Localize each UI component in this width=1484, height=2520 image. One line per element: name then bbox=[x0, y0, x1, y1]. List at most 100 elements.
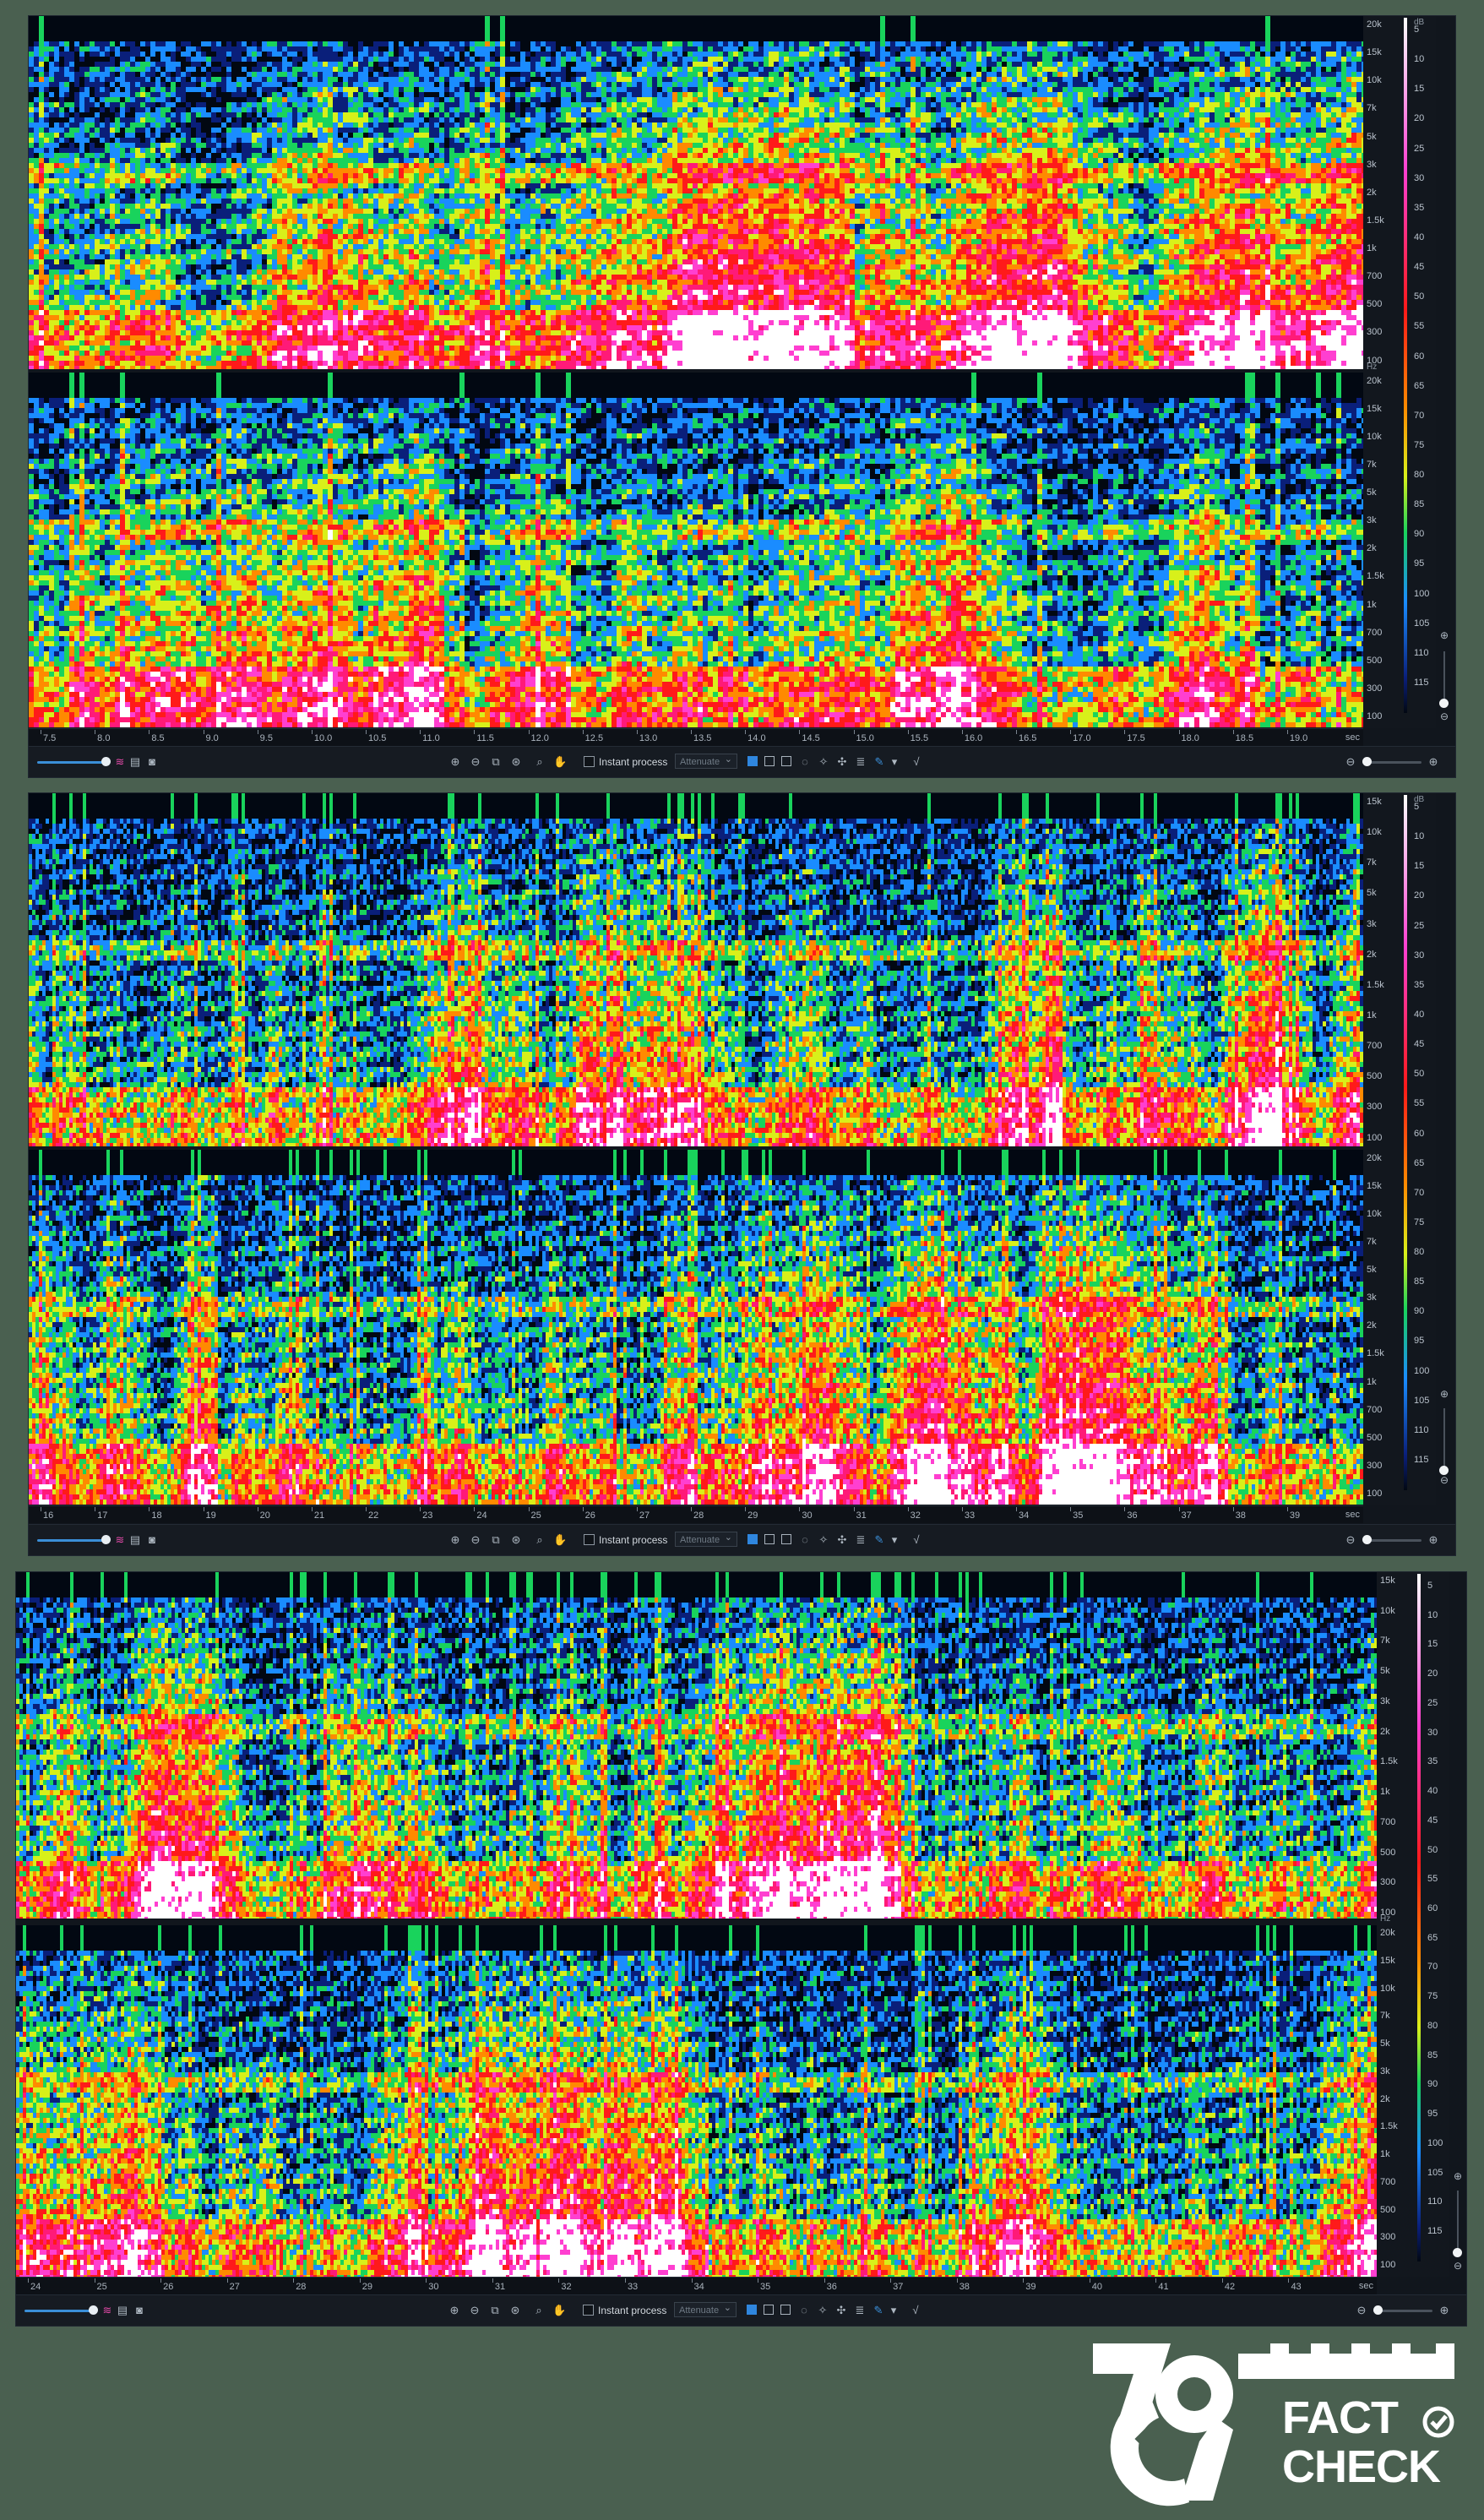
spectrogram-bottom-channel[interactable] bbox=[29, 373, 1363, 727]
zoom-out-icon[interactable]: ⊖ bbox=[1344, 755, 1357, 769]
spectrogram-top-channel[interactable] bbox=[29, 16, 1363, 369]
spectrogram-top-channel[interactable] bbox=[16, 1572, 1377, 1919]
time-selection-icon[interactable] bbox=[747, 2305, 757, 2315]
instant-process-check-icon[interactable]: √ bbox=[910, 755, 923, 769]
zoom-in-icon[interactable]: ⊕ bbox=[448, 1533, 462, 1547]
slider-knob[interactable] bbox=[89, 2305, 98, 2315]
zoom-in-icon[interactable]: ⊕ bbox=[1427, 1533, 1440, 1547]
process-mode-select[interactable]: Attenuate bbox=[675, 754, 737, 769]
zoom-out-icon[interactable]: ⊖ bbox=[1438, 1474, 1451, 1486]
hand-icon[interactable]: ✋ bbox=[552, 2304, 566, 2317]
instant-process-checkbox[interactable] bbox=[583, 2305, 594, 2316]
horizontal-zoom-slider[interactable] bbox=[37, 761, 108, 764]
zoom-out-icon[interactable]: ⊖ bbox=[469, 755, 482, 769]
instant-process-checkbox[interactable] bbox=[584, 756, 595, 767]
brush-icon[interactable]: ✎ bbox=[872, 2304, 885, 2317]
frequency-selection-icon[interactable] bbox=[764, 1534, 775, 1544]
brush-icon[interactable]: ≣ bbox=[854, 755, 867, 769]
magic-wand-icon[interactable]: ✧ bbox=[817, 1533, 830, 1547]
zoom-selection-icon[interactable]: ⧉ bbox=[489, 755, 503, 769]
time-frequency-selection-icon[interactable] bbox=[781, 756, 791, 766]
lasso-icon[interactable]: ◌ bbox=[798, 1533, 812, 1547]
zoom-in-icon[interactable]: ⊕ bbox=[1427, 755, 1440, 769]
time-selection-icon[interactable] bbox=[747, 1534, 758, 1544]
harmonic-selection-icon[interactable]: ✣ bbox=[835, 755, 849, 769]
spectrogram-toggle-icon[interactable]: ▤ bbox=[128, 755, 142, 769]
zoom-in-icon[interactable]: ⊕ bbox=[1438, 1388, 1451, 1400]
magnifier-icon[interactable]: ⌕ bbox=[532, 2304, 546, 2317]
magic-wand-icon[interactable]: ✧ bbox=[816, 2304, 829, 2317]
time-tick bbox=[625, 2278, 626, 2283]
slider-knob[interactable] bbox=[1362, 1535, 1372, 1544]
waveform-toggle-icon[interactable]: ≋ bbox=[113, 755, 127, 769]
hand-icon[interactable]: ✋ bbox=[553, 1533, 567, 1547]
zoom-in-icon[interactable]: ⊕ bbox=[1438, 629, 1451, 641]
process-mode-select[interactable]: Attenuate bbox=[674, 2302, 737, 2317]
slider-knob[interactable] bbox=[1373, 2305, 1383, 2315]
slider-knob[interactable] bbox=[101, 757, 111, 766]
time-zoom-slider[interactable] bbox=[1362, 1539, 1421, 1542]
magic-wand-icon[interactable]: ✧ bbox=[817, 755, 830, 769]
instant-process-check-icon[interactable]: √ bbox=[910, 1533, 923, 1547]
zoom-fit-icon[interactable]: ⊛ bbox=[509, 1533, 523, 1547]
spectrogram-toggle-icon[interactable]: ▤ bbox=[116, 2304, 129, 2317]
zoom-out-icon[interactable]: ⊖ bbox=[469, 1533, 482, 1547]
waveform-toggle-icon[interactable]: ≋ bbox=[101, 2304, 114, 2317]
slider-knob[interactable] bbox=[101, 1535, 111, 1544]
frequency-selection-icon[interactable] bbox=[764, 2305, 774, 2315]
brush-icon[interactable]: ≣ bbox=[853, 2304, 867, 2317]
horizontal-zoom-slider[interactable] bbox=[37, 1539, 108, 1542]
zoom-in-icon[interactable]: ⊕ bbox=[1451, 2170, 1465, 2182]
chevron-down-icon[interactable]: ▾ bbox=[888, 755, 901, 769]
zoom-selection-icon[interactable]: ⧉ bbox=[488, 2304, 502, 2317]
zoom-out-icon[interactable]: ⊖ bbox=[468, 2304, 481, 2317]
lasso-icon[interactable]: ◌ bbox=[798, 755, 812, 769]
brush-icon[interactable]: ✎ bbox=[872, 755, 886, 769]
process-mode-select[interactable]: Attenuate bbox=[675, 1532, 737, 1547]
waveform-toggle-icon[interactable]: ≋ bbox=[113, 1533, 127, 1547]
zoom-in-icon[interactable]: ⊕ bbox=[1438, 2304, 1451, 2317]
zoom-out-icon[interactable]: ⊖ bbox=[1355, 2304, 1368, 2317]
spectrogram-bottom-channel[interactable] bbox=[16, 1925, 1377, 2277]
lasso-icon[interactable]: ◌ bbox=[797, 2304, 811, 2317]
spectrogram-bottom-channel[interactable] bbox=[29, 1150, 1363, 1505]
magnifier-icon[interactable]: ⌕ bbox=[533, 755, 546, 769]
horizontal-zoom-slider[interactable] bbox=[24, 2310, 95, 2312]
instant-process-check-icon[interactable]: √ bbox=[909, 2304, 922, 2317]
spectrogram-toggle-icon[interactable]: ▤ bbox=[128, 1533, 142, 1547]
markers-icon[interactable]: ◙ bbox=[145, 755, 159, 769]
time-frequency-selection-icon[interactable] bbox=[781, 1534, 791, 1544]
zoom-selection-icon[interactable]: ⧉ bbox=[489, 1533, 503, 1547]
brush-icon[interactable]: ≣ bbox=[854, 1533, 867, 1547]
db-label: 80 bbox=[1414, 1247, 1424, 1257]
frequency-selection-icon[interactable] bbox=[764, 756, 775, 766]
zoom-in-icon[interactable]: ⊕ bbox=[448, 2304, 461, 2317]
vertical-zoom-control[interactable]: ⊕ ⊖ bbox=[1436, 607, 1453, 726]
zoom-fit-icon[interactable]: ⊛ bbox=[509, 755, 523, 769]
chevron-down-icon[interactable]: ▾ bbox=[887, 2304, 900, 2317]
harmonic-selection-icon[interactable]: ✣ bbox=[835, 1533, 849, 1547]
markers-icon[interactable]: ◙ bbox=[145, 1533, 159, 1547]
time-selection-icon[interactable] bbox=[747, 756, 758, 766]
slider-knob[interactable] bbox=[1362, 757, 1372, 766]
vertical-zoom-knob[interactable] bbox=[1439, 699, 1449, 708]
time-zoom-slider[interactable] bbox=[1362, 761, 1421, 764]
brush-icon[interactable]: ✎ bbox=[872, 1533, 886, 1547]
zoom-in-icon[interactable]: ⊕ bbox=[448, 755, 462, 769]
time-frequency-selection-icon[interactable] bbox=[780, 2305, 791, 2315]
vertical-zoom-control[interactable]: ⊕ ⊖ bbox=[1449, 2147, 1466, 2273]
zoom-out-icon[interactable]: ⊖ bbox=[1438, 710, 1451, 722]
magnifier-icon[interactable]: ⌕ bbox=[533, 1533, 546, 1547]
instant-process-checkbox[interactable] bbox=[584, 1534, 595, 1545]
hand-icon[interactable]: ✋ bbox=[553, 755, 567, 769]
chevron-down-icon[interactable]: ▾ bbox=[888, 1533, 901, 1547]
zoom-out-icon[interactable]: ⊖ bbox=[1344, 1533, 1357, 1547]
zoom-fit-icon[interactable]: ⊛ bbox=[508, 2304, 522, 2317]
time-zoom-slider[interactable] bbox=[1373, 2310, 1432, 2312]
markers-icon[interactable]: ◙ bbox=[133, 2304, 146, 2317]
vertical-zoom-control[interactable]: ⊕ ⊖ bbox=[1436, 1351, 1453, 1486]
zoom-out-icon[interactable]: ⊖ bbox=[1451, 2260, 1465, 2272]
spectrogram-top-channel[interactable] bbox=[29, 793, 1363, 1146]
vertical-zoom-knob[interactable] bbox=[1453, 2248, 1462, 2257]
harmonic-selection-icon[interactable]: ✣ bbox=[834, 2304, 848, 2317]
